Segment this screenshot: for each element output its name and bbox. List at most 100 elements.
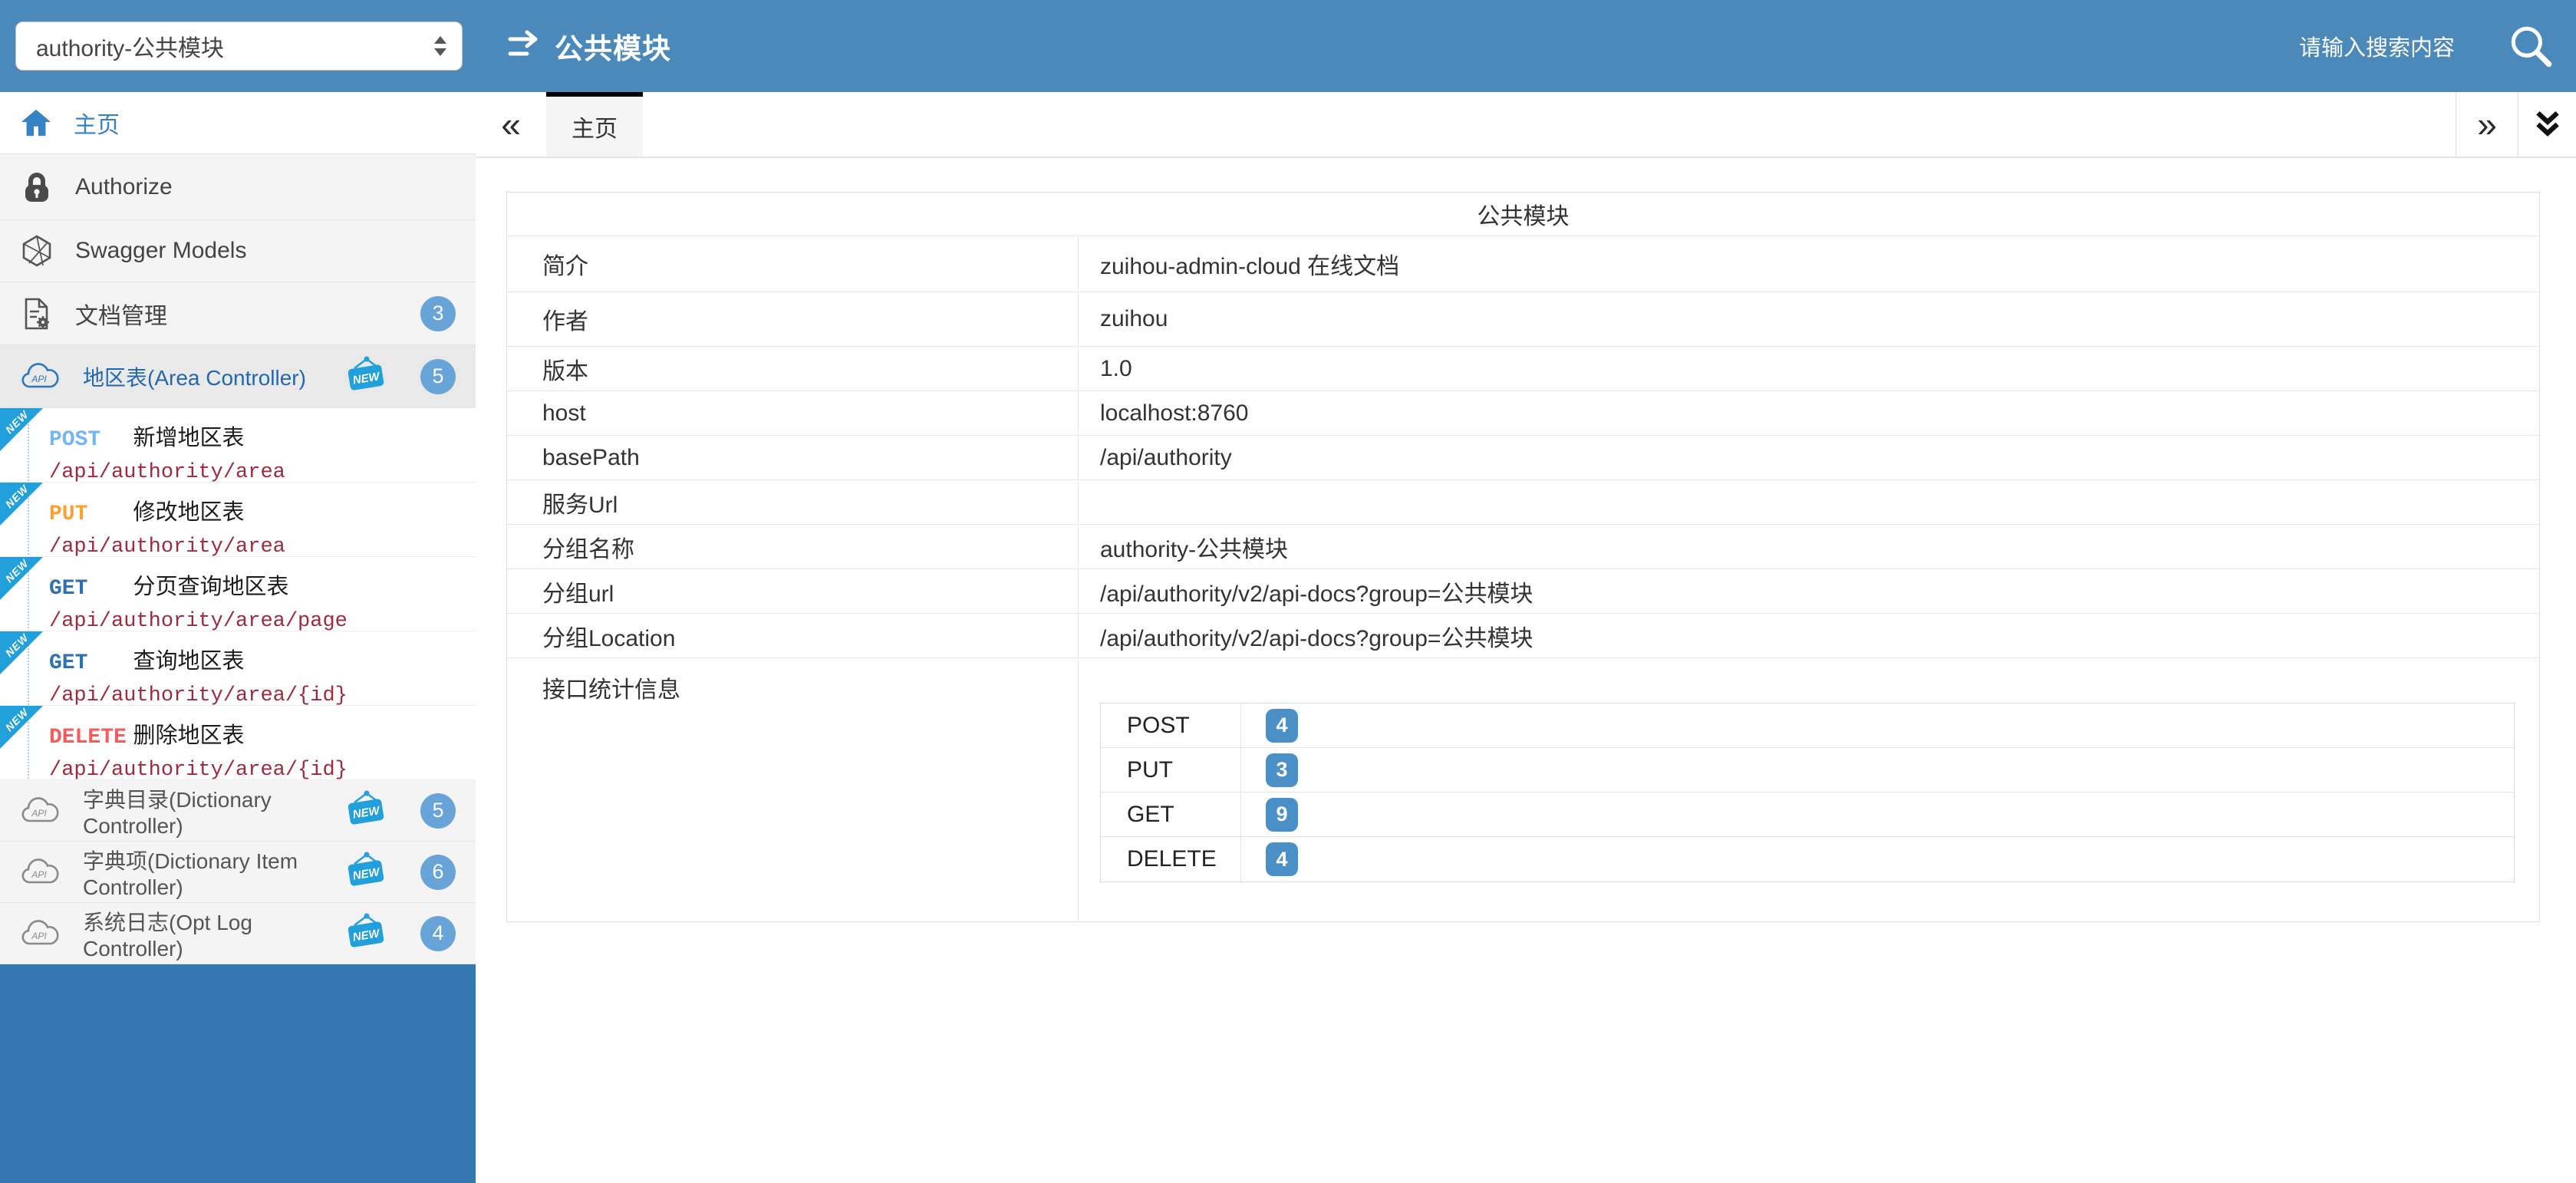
tabs-menu-button[interactable]: [2518, 92, 2576, 157]
new-badge-icon: NEW: [344, 851, 388, 893]
sidebar-item-label: 文档管理: [75, 297, 399, 331]
controller-label: 字典目录(Dictionary Controller): [83, 783, 322, 839]
api-item[interactable]: NEW GET 查询地区表 /api/authority/area/{id}: [0, 631, 476, 706]
count-badge: 3: [1266, 753, 1298, 787]
controller-label: 系统日志(Opt Log Controller): [83, 906, 322, 961]
api-name: 删除地区表: [133, 723, 244, 748]
main-area: « 主页 » 公共模块 简介 zuihou-admin-cloud 在线文档 作…: [476, 92, 2576, 1183]
sidebar: 主页 Authorize Swagger Models: [0, 92, 476, 1183]
cloud-api-icon: API: [20, 918, 61, 949]
table-title: 公共模块: [507, 193, 2539, 236]
group-select[interactable]: authority-公共模块: [15, 21, 463, 71]
api-name: 新增地区表: [133, 426, 244, 450]
table-row: 分组名称 authority-公共模块: [507, 524, 2539, 568]
api-stats-table: POST 4 PUT 3 GET 9: [1100, 703, 2515, 882]
api-path: /api/authority/area: [49, 535, 476, 559]
tab-bar: « 主页 »: [476, 92, 2576, 158]
tabs-scroll-right-button[interactable]: »: [2456, 92, 2518, 157]
stats-row: PUT 3: [1101, 748, 2514, 793]
stats-label: 接口统计信息: [507, 658, 1079, 921]
lock-icon: [20, 170, 54, 204]
api-method: GET: [49, 651, 130, 675]
sidebar-controller-optlog[interactable]: API 系统日志(Opt Log Controller) NEW 4: [0, 903, 476, 964]
search-control[interactable]: 请输入搜索内容: [2299, 21, 2576, 71]
table-row: basePath /api/authority: [507, 435, 2539, 479]
count-badge: 4: [1266, 709, 1298, 743]
page-title: 公共模块: [555, 25, 671, 67]
count-badge: 3: [420, 296, 456, 331]
table-row: host localhost:8760: [507, 390, 2539, 435]
tabbar-spacer: [643, 92, 2456, 157]
api-item[interactable]: NEW GET 分页查询地区表 /api/authority/area/page: [0, 557, 476, 631]
module-info-table: 公共模块 简介 zuihou-admin-cloud 在线文档 作者 zuiho…: [506, 192, 2540, 922]
new-corner-icon: NEW: [0, 631, 43, 674]
double-chevron-down-icon: [2532, 108, 2564, 140]
stats-row: GET 9: [1101, 793, 2514, 837]
new-corner-icon: NEW: [0, 706, 43, 749]
svg-text:API: API: [31, 808, 47, 819]
count-badge: 5: [420, 793, 456, 829]
sidebar-item-doc-manage[interactable]: 文档管理 3: [0, 282, 476, 345]
sidebar-item-home[interactable]: 主页: [0, 92, 476, 154]
sidebar-item-label: Authorize: [75, 174, 456, 200]
count-badge: 4: [1266, 842, 1298, 876]
sidebar-item-label: 主页: [74, 106, 456, 140]
sidebar-item-label: Swagger Models: [75, 238, 456, 264]
sidebar-item-swagger-models[interactable]: Swagger Models: [0, 220, 476, 282]
api-list: NEW POST 新增地区表 /api/authority/area NEW P…: [0, 408, 476, 780]
api-method: PUT: [49, 503, 130, 526]
document-gear-icon: [20, 297, 54, 331]
svg-text:API: API: [31, 869, 47, 880]
cloud-api-icon: API: [20, 796, 61, 826]
new-corner-icon: NEW: [0, 483, 43, 526]
api-path: /api/authority/area/{id}: [49, 759, 476, 782]
api-name: 分页查询地区表: [133, 575, 288, 599]
api-name: 修改地区表: [133, 500, 244, 525]
api-method: POST: [49, 428, 130, 452]
table-row: 分组Location /api/authority/v2/api-docs?gr…: [507, 613, 2539, 657]
app-header: authority-公共模块 公共模块 请输入搜索内容: [0, 0, 2576, 92]
api-path: /api/authority/area: [49, 461, 476, 484]
sidebar-filler: [0, 964, 476, 1183]
group-select-value: authority-公共模块: [36, 29, 224, 63]
sidebar-controller-dictionary-item[interactable]: API 字典项(Dictionary Item Controller) NEW …: [0, 842, 476, 903]
controller-label: 字典项(Dictionary Item Controller): [83, 845, 322, 900]
count-badge: 4: [420, 916, 456, 951]
api-method: GET: [49, 577, 130, 601]
api-item[interactable]: NEW PUT 修改地区表 /api/authority/area: [0, 483, 476, 557]
new-badge-icon: NEW: [344, 789, 388, 832]
table-row: 服务Url: [507, 479, 2539, 524]
count-badge: 6: [420, 855, 456, 890]
cloud-api-icon: API: [20, 857, 61, 888]
new-badge-icon: NEW: [344, 355, 388, 397]
hexagon-model-icon: [20, 234, 54, 268]
api-stats-row: 接口统计信息 POST 4 PUT 3 G: [507, 657, 2539, 921]
home-icon: [20, 107, 52, 139]
brand: 公共模块: [506, 25, 671, 67]
svg-text:API: API: [31, 374, 47, 384]
api-name: 查询地区表: [133, 649, 244, 674]
tabs-scroll-left-button[interactable]: «: [476, 92, 546, 157]
count-badge: 5: [420, 359, 456, 394]
sidebar-controller-area[interactable]: API 地区表(Area Controller) NEW 5: [0, 345, 476, 408]
stats-row: DELETE 4: [1101, 837, 2514, 881]
sidebar-item-authorize[interactable]: Authorize: [0, 154, 476, 220]
sidebar-controller-dictionary[interactable]: API 字典目录(Dictionary Controller) NEW 5: [0, 780, 476, 842]
table-row: 简介 zuihou-admin-cloud 在线文档: [507, 236, 2539, 292]
swap-arrows-icon: [506, 28, 541, 64]
api-item[interactable]: NEW DELETE 删除地区表 /api/authority/area/{id…: [0, 706, 476, 780]
search-icon[interactable]: [2505, 21, 2556, 71]
table-row: 分组url /api/authority/v2/api-docs?group=公…: [507, 568, 2539, 613]
count-badge: 9: [1266, 798, 1298, 832]
svg-text:API: API: [31, 931, 47, 941]
stats-row: POST 4: [1101, 704, 2514, 748]
table-row: 版本 1.0: [507, 346, 2539, 390]
controller-label: 地区表(Area Controller): [83, 361, 322, 392]
cloud-api-icon: API: [20, 361, 61, 392]
content: 公共模块 简介 zuihou-admin-cloud 在线文档 作者 zuiho…: [476, 158, 2576, 1183]
api-item[interactable]: NEW POST 新增地区表 /api/authority/area: [0, 408, 476, 483]
new-badge-icon: NEW: [344, 912, 388, 954]
search-placeholder-text: 请输入搜索内容: [2299, 30, 2455, 62]
api-path: /api/authority/area/page: [49, 610, 476, 633]
tab-home[interactable]: 主页: [546, 92, 643, 157]
